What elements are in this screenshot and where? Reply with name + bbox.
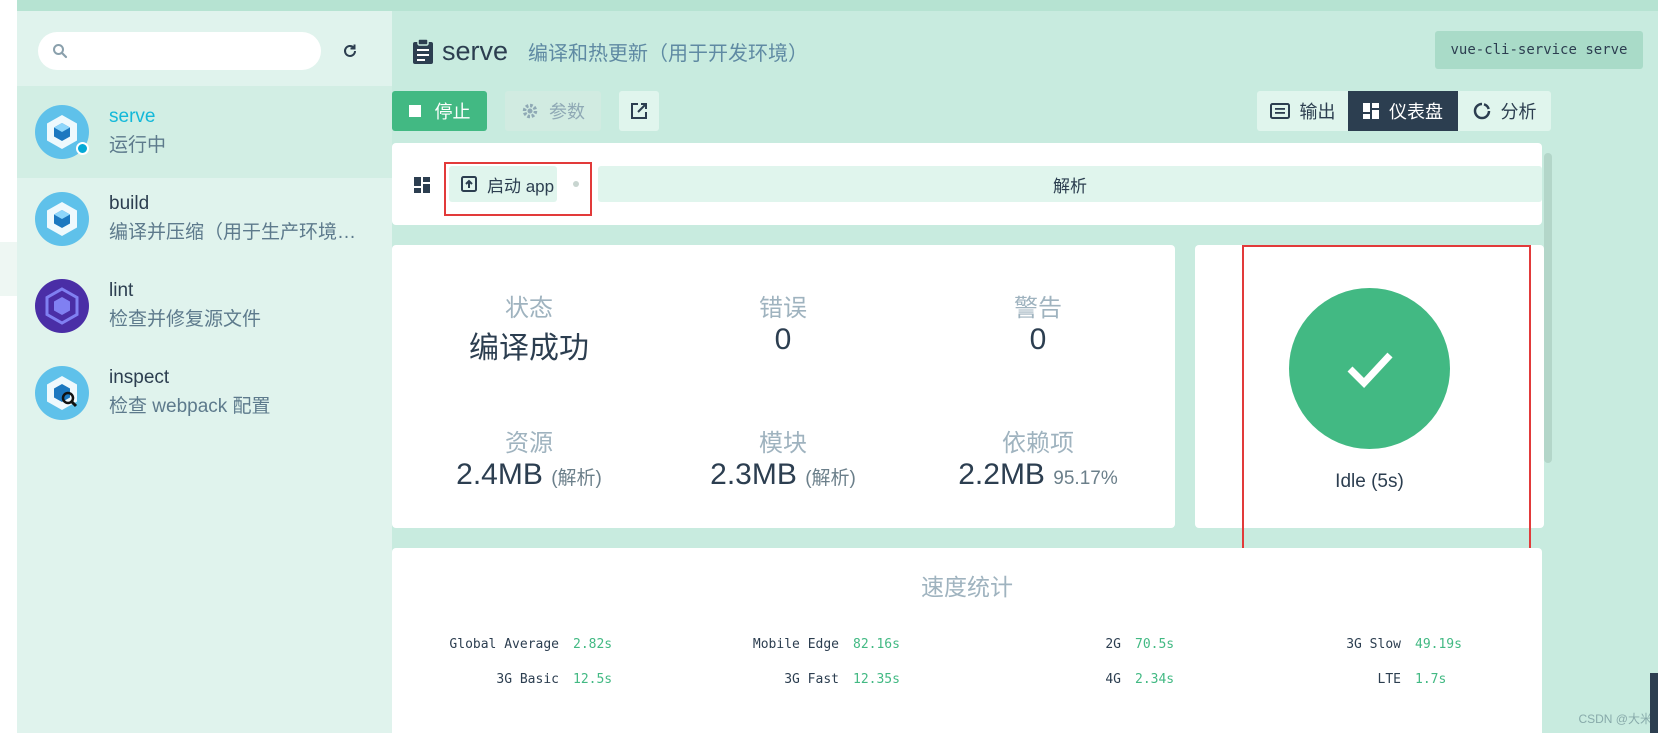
dashboard-icon <box>414 177 430 193</box>
running-status-dot <box>76 142 89 155</box>
task-search <box>38 32 321 70</box>
tab-label: 仪表盘 <box>1389 102 1443 122</box>
search-input[interactable] <box>78 32 308 70</box>
stat-label: 状态 <box>505 295 553 322</box>
speed-item: Mobile Edge 82.16s <box>752 637 900 652</box>
stat-errors: 错误 0 <box>653 288 913 357</box>
speed-item: 3G Basic 12.5s <box>496 672 613 687</box>
task-description: 运行中 <box>109 135 167 156</box>
build-status-card: Idle (5s) <box>1195 245 1544 550</box>
stop-label: 停止 <box>434 102 471 122</box>
tab-label: 输出 <box>1299 102 1336 122</box>
command-badge: vue-cli-service serve <box>1435 31 1643 69</box>
dashboard-toolbar: 启动 app 解析 <box>392 143 1542 225</box>
task-item-inspect[interactable]: inspect 检查 webpack 配置 <box>17 347 392 439</box>
speed-item: Global Average 2.82s <box>449 637 613 652</box>
task-description: 编译并压缩（用于生产环境… <box>109 222 357 243</box>
stat-label: 依赖项 <box>1002 430 1074 457</box>
task-description: 检查 webpack 配置 <box>109 396 271 417</box>
build-stats-card: 状态 编译成功 错误 0 警告 0 资源 2.4MB (解析) 模块 2.3MB… <box>392 245 1175 528</box>
speed-item: 3G Slow 49.19s <box>1346 637 1462 652</box>
params-button[interactable]: 参数 <box>505 91 601 131</box>
task-name: lint <box>109 280 134 301</box>
task-detail: serve 编译和热更新（用于开发环境） vue-cli-service ser… <box>392 11 1658 733</box>
stat-label: 警告 <box>1014 295 1062 322</box>
stat-dependencies: 依赖项 2.2MB 95.17% <box>908 423 1168 492</box>
stat-warnings: 警告 0 <box>908 288 1168 357</box>
speed-item: 4G 2.34s <box>1105 672 1175 687</box>
highlight-box <box>444 162 592 216</box>
highlight-box <box>1242 245 1531 550</box>
stat-note: (解析) <box>805 468 856 489</box>
open-external-button[interactable] <box>619 91 659 131</box>
analyzer-icon <box>1473 102 1490 120</box>
stat-value: 0 <box>1029 323 1047 356</box>
speed-item: LTE 1.7s <box>1377 672 1447 687</box>
task-item-build[interactable]: build 编译并压缩（用于生产环境… <box>17 173 392 265</box>
stop-button[interactable]: 停止 <box>392 91 487 131</box>
speed-item: 3G Fast 12.35s <box>784 672 900 687</box>
refresh-icon <box>344 44 356 57</box>
stat-value: 2.4MB (解析) <box>456 458 602 491</box>
stat-assets: 资源 2.4MB (解析) <box>399 423 659 492</box>
edge-notch <box>0 242 17 296</box>
dashboard-icon <box>1363 103 1379 119</box>
page-subtitle: 编译和热更新（用于开发环境） <box>528 43 809 65</box>
params-label: 参数 <box>549 102 585 122</box>
terminal-icon <box>1269 103 1290 119</box>
task-header: serve 编译和热更新（用于开发环境） <box>412 36 808 67</box>
stat-label: 模块 <box>759 430 807 457</box>
task-name: inspect <box>109 367 170 388</box>
tab-analyzer[interactable]: 分析 <box>1458 91 1551 131</box>
clipboard-icon <box>413 38 433 64</box>
window-corner <box>1650 673 1658 733</box>
stat-label: 资源 <box>505 430 553 457</box>
task-sidebar: serve 运行中 build 编译并压缩（用于生产环境… lint 检查并修复… <box>17 11 392 733</box>
stop-icon <box>408 105 421 117</box>
analyze-label: 解析 <box>1053 176 1087 196</box>
stat-value: 编译成功 <box>469 332 589 365</box>
speed-item: 2G 70.5s <box>1105 637 1175 652</box>
search-icon <box>53 44 68 59</box>
task-name: build <box>109 193 150 214</box>
task-item-lint[interactable]: lint 检查并修复源文件 <box>17 260 392 352</box>
tab-dashboard[interactable]: 仪表盘 <box>1348 91 1458 131</box>
analyze-bar[interactable]: 解析 <box>598 166 1542 202</box>
tab-output[interactable]: 输出 <box>1257 91 1348 131</box>
window-edge <box>0 0 17 733</box>
webpack-inspect-icon <box>35 366 89 420</box>
task-item-serve[interactable]: serve 运行中 <box>17 86 392 178</box>
scrollbar[interactable] <box>1544 153 1552 463</box>
stat-modules: 模块 2.3MB (解析) <box>653 423 913 492</box>
speed-title: 速度统计 <box>921 574 1013 600</box>
tab-label: 分析 <box>1500 102 1537 122</box>
eslint-hexagon-icon <box>35 279 89 333</box>
open-in-new-icon <box>631 103 647 119</box>
view-tabs: 输出 仪表盘 分析 <box>1257 91 1551 131</box>
watermark: CSDN @大米 <box>1578 712 1652 726</box>
refresh-button[interactable] <box>339 40 361 62</box>
stat-value: 2.2MB 95.17% <box>958 458 1118 491</box>
stat-label: 错误 <box>759 295 807 322</box>
stat-value: 0 <box>774 323 792 356</box>
stat-note: 95.17% <box>1053 468 1118 489</box>
page-title: serve <box>442 36 509 66</box>
stat-note: (解析) <box>551 468 602 489</box>
stat-value: 2.3MB (解析) <box>710 458 856 491</box>
top-band <box>17 0 1658 11</box>
task-name: serve <box>109 106 156 127</box>
gear-icon <box>522 103 538 119</box>
stat-status: 状态 编译成功 <box>399 288 659 367</box>
speed-stats-card: 速度统计 Global Average 2.82s Mobile Edge 82.1… <box>392 548 1542 733</box>
webpack-cube-icon <box>35 192 89 246</box>
task-description: 检查并修复源文件 <box>109 309 262 330</box>
